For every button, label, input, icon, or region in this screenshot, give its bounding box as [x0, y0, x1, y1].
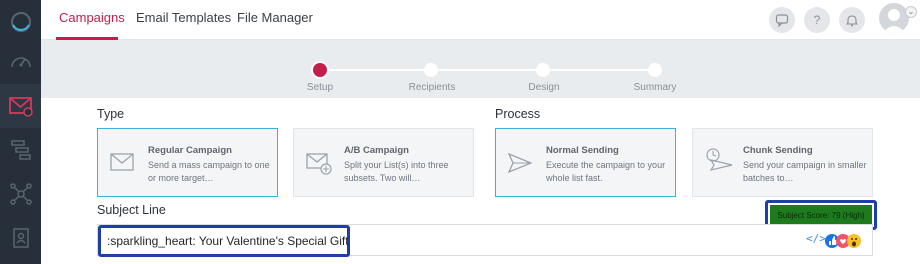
tab-campaigns[interactable]: Campaigns — [59, 0, 125, 40]
chat-button[interactable] — [769, 7, 795, 33]
top-nav-bar: Campaigns Email Templates File Manager ? — [41, 0, 920, 40]
dashboard-gauge-icon — [10, 57, 31, 68]
sidebar-item-automation[interactable] — [0, 128, 41, 172]
card-description: Send a mass campaign to one or more targ… — [148, 160, 270, 183]
step-dot-summary[interactable] — [648, 63, 662, 77]
step-dot-setup[interactable] — [313, 63, 327, 77]
card-title: Normal Sending — [546, 145, 619, 156]
sidebar-item-integrations[interactable] — [0, 172, 41, 216]
tab-file-manager[interactable]: File Manager — [237, 0, 313, 40]
stepper-track — [320, 69, 656, 71]
notifications-button[interactable] — [839, 7, 865, 33]
send-plane-icon — [508, 153, 532, 173]
campaign-mail-icon — [8, 97, 33, 117]
split-envelope-icon — [306, 153, 332, 175]
emoji-reactions-icon — [825, 234, 861, 248]
card-description: Send your campaign in smaller batches to… — [743, 160, 867, 183]
card-description: Split your List(s) into three subsets. T… — [344, 160, 449, 183]
sidebar-item-contacts[interactable] — [0, 216, 41, 260]
help-button[interactable]: ? — [804, 7, 830, 33]
contacts-book-icon — [12, 228, 29, 248]
step-label-recipients: Recipients — [408, 82, 456, 93]
campaign-setup-form: Type Process Regular Campaign Send a mas… — [41, 98, 920, 264]
network-icon — [9, 183, 32, 205]
logo-ring-icon — [10, 12, 31, 32]
step-dot-recipients[interactable] — [424, 63, 438, 77]
scheduled-send-icon — [706, 148, 733, 171]
code-view-icon[interactable]: </> — [806, 232, 826, 245]
app-root: Campaigns Email Templates File Manager ?… — [0, 0, 920, 264]
user-silhouette-icon — [883, 9, 905, 33]
sidebar-item-dashboard[interactable] — [0, 40, 41, 84]
tab-email-templates[interactable]: Email Templates — [136, 0, 231, 40]
process-section-title: Process — [495, 107, 541, 121]
envelope-icon — [110, 153, 134, 171]
sidebar — [0, 0, 41, 264]
card-chunk-sending[interactable]: Chunk Sending Send your campaign in smal… — [692, 128, 873, 197]
subject-line-field[interactable]: :sparkling_heart: Your Valentine's Speci… — [97, 224, 873, 257]
hierarchy-icon — [10, 140, 31, 160]
card-normal-sending[interactable]: Normal Sending Execute the campaign to y… — [495, 128, 676, 197]
bell-icon — [846, 14, 858, 26]
chat-bubble-icon — [775, 14, 789, 27]
chevron-down-icon[interactable]: ⌄ — [905, 6, 917, 18]
subject-line-input[interactable]: :sparkling_heart: Your Valentine's Speci… — [98, 225, 350, 257]
step-label-setup: Setup — [306, 82, 334, 93]
card-description: Execute the campaign to your whole list … — [546, 160, 666, 183]
card-title: Regular Campaign — [148, 145, 232, 156]
subject-score-badge: Subject Score: 79 (High) — [770, 205, 872, 225]
step-dot-design[interactable] — [536, 63, 550, 77]
help-icon: ? — [813, 13, 821, 27]
subject-line-label: Subject Line — [97, 203, 166, 217]
card-ab-campaign[interactable]: A/B Campaign Split your List(s) into thr… — [293, 128, 474, 197]
card-title: Chunk Sending — [743, 145, 813, 156]
avatar[interactable] — [879, 3, 909, 33]
type-section-title: Type — [97, 107, 125, 121]
emoji-picker-button[interactable] — [825, 231, 865, 251]
sidebar-item-campaigns[interactable] — [0, 84, 41, 128]
sidebar-logo[interactable] — [0, 0, 41, 44]
step-label-design: Design — [528, 82, 560, 93]
step-label-summary: Summary — [633, 82, 677, 93]
card-title: A/B Campaign — [344, 145, 409, 156]
campaign-stepper: Setup Recipients Design Summary — [41, 40, 920, 98]
card-regular-campaign[interactable]: Regular Campaign Send a mass campaign to… — [97, 128, 278, 197]
